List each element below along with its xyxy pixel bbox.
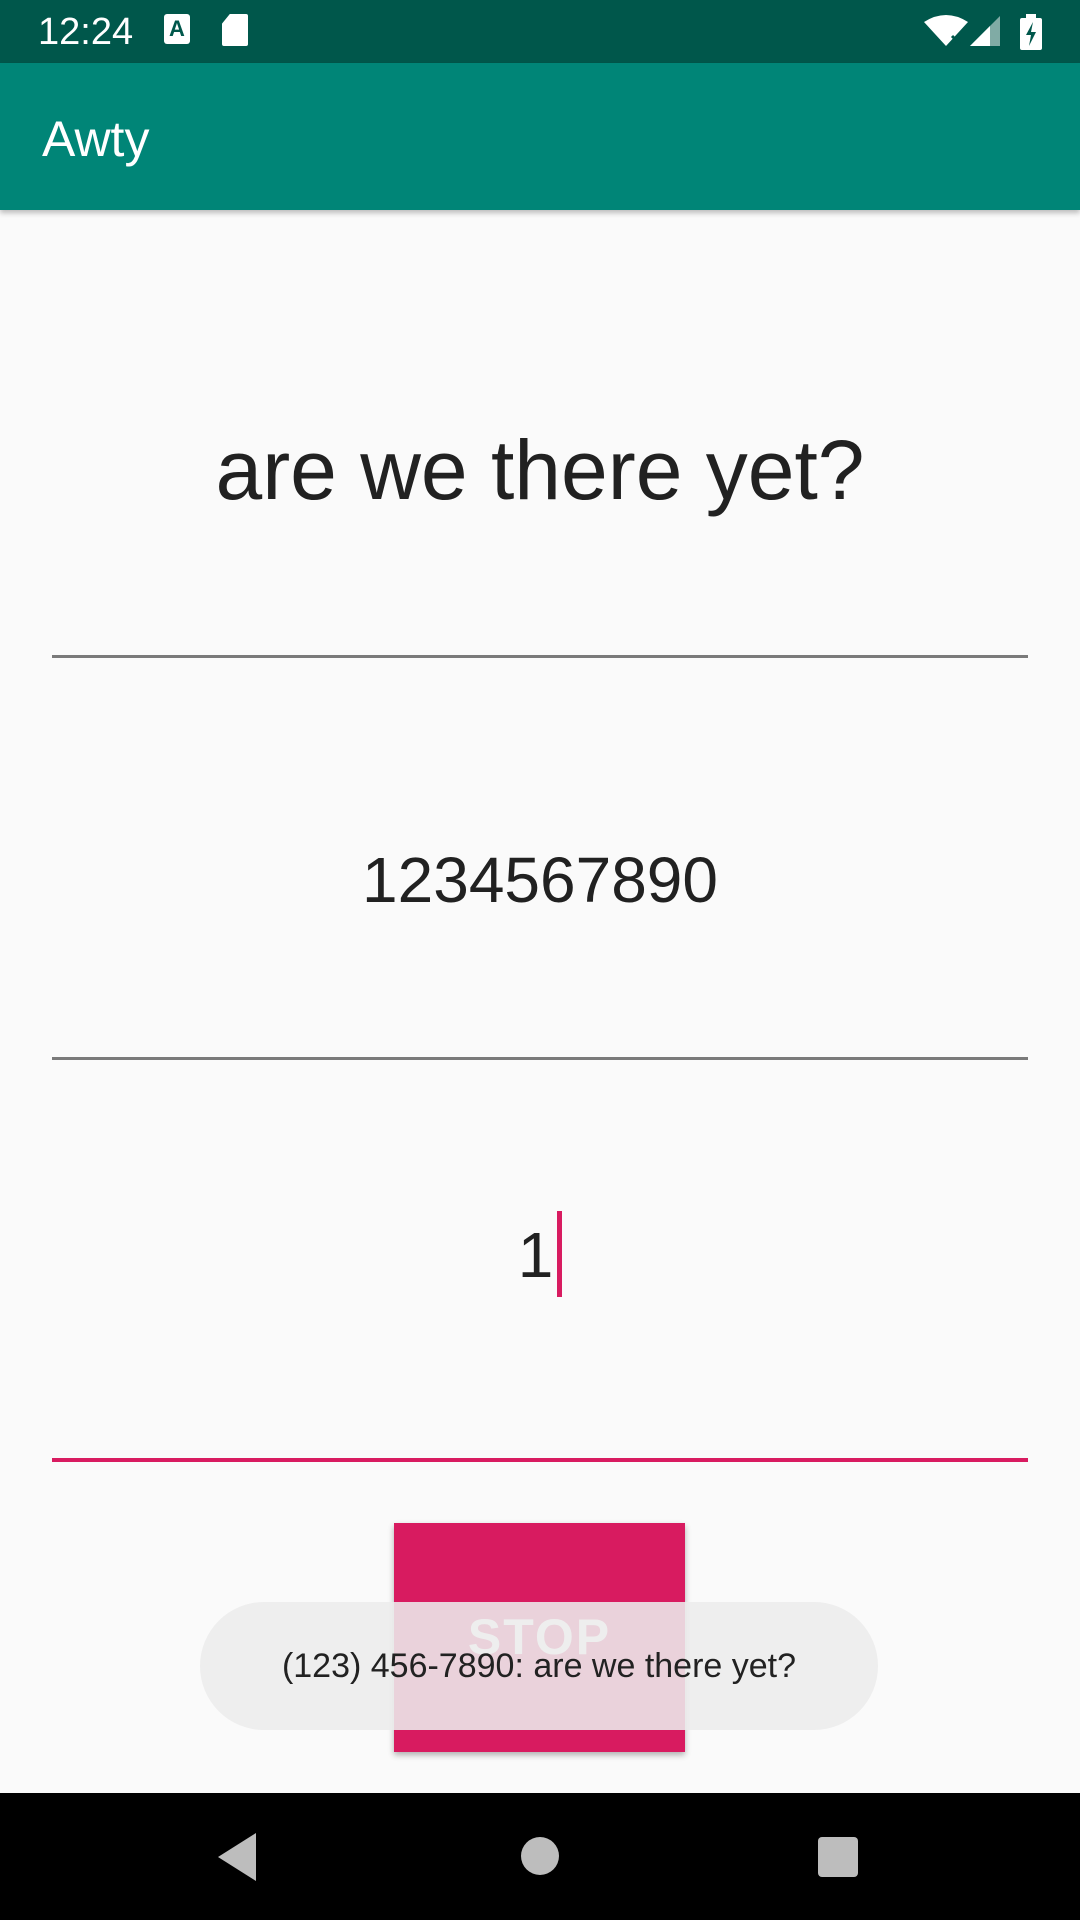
wifi-icon xyxy=(924,15,968,46)
navigation-bar xyxy=(0,1793,1080,1920)
phone-number-value: 1234567890 xyxy=(362,844,718,916)
message-field[interactable] xyxy=(52,548,1028,658)
phone-number-field[interactable]: 1234567890 xyxy=(52,825,1028,1060)
text-cursor xyxy=(557,1211,563,1298)
toast-message: (123) 456-7890: are we there yet? xyxy=(200,1602,878,1730)
minutes-field-underline xyxy=(52,1458,1028,1462)
battery-charging-icon xyxy=(1020,14,1042,50)
app-title: Awty xyxy=(42,111,150,167)
app-bar: Awty xyxy=(0,63,1080,210)
status-time: 12:24 xyxy=(38,11,134,53)
sd-card-icon xyxy=(222,14,248,46)
recents-icon[interactable] xyxy=(818,1837,858,1877)
a-notification-icon: A xyxy=(164,14,190,44)
message-text: are we there yet? xyxy=(215,423,865,517)
minutes-value-wrap: 1 xyxy=(52,1200,1028,1310)
minutes-value: 1 xyxy=(517,1219,554,1291)
status-bar: 12:24 A xyxy=(0,0,1080,63)
cell-signal-icon xyxy=(970,16,1000,46)
phone-field-underline xyxy=(52,1057,1028,1060)
back-icon[interactable] xyxy=(218,1833,256,1881)
home-icon[interactable] xyxy=(521,1837,559,1875)
message-field-underline xyxy=(52,655,1028,658)
minutes-field[interactable]: 1 xyxy=(52,1200,1028,1462)
